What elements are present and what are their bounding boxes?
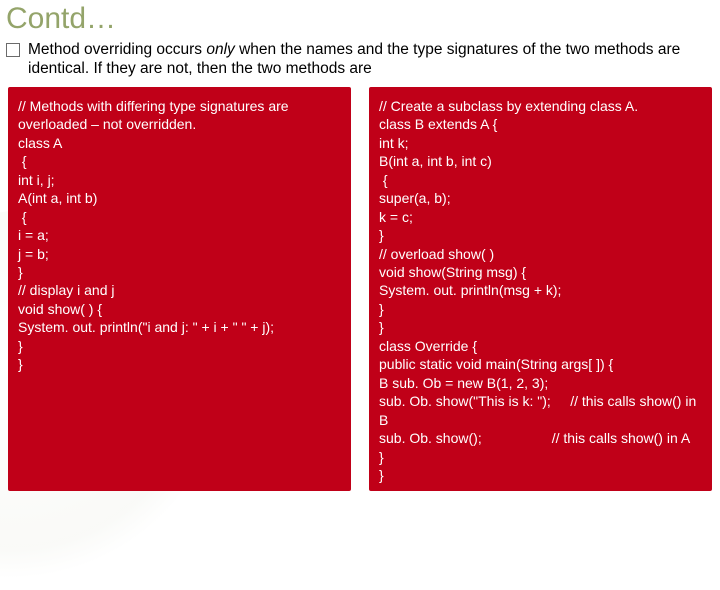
code-line: void show(String msg) {: [379, 263, 702, 281]
bullet-item: Method overriding occurs only when the n…: [0, 40, 720, 85]
code-line: // overload show( ): [379, 245, 702, 263]
code-line: j = b;: [18, 245, 341, 263]
code-line: sub. Ob. show("This is k: "); // this ca…: [379, 392, 702, 429]
code-line: class A: [18, 134, 341, 152]
code-line: {: [18, 208, 341, 226]
bullet-text: Method overriding occurs only when the n…: [28, 40, 714, 79]
code-line: B sub. Ob = new B(1, 2, 3);: [379, 374, 702, 392]
code-line: }: [18, 355, 341, 373]
code-line: sub. Ob. show(); // this calls show() in…: [379, 429, 702, 447]
code-line: int i, j;: [18, 171, 341, 189]
code-columns: // Methods with differing type signature…: [0, 85, 720, 491]
code-line: System. out. println("i and j: " + i + "…: [18, 318, 341, 336]
code-line: }: [379, 466, 702, 484]
code-line: System. out. println(msg + k);: [379, 281, 702, 299]
code-line: super(a, b);: [379, 189, 702, 207]
code-column-right: // Create a subclass by extending class …: [369, 87, 712, 491]
square-bullet-icon: [6, 43, 20, 57]
code-line: }: [379, 226, 702, 244]
code-line: {: [379, 171, 702, 189]
code-line: }: [18, 337, 341, 355]
code-line: // display i and j: [18, 281, 341, 299]
code-line: // Methods with differing type signature…: [18, 97, 341, 134]
code-line: i = a;: [18, 226, 341, 244]
code-line: {: [18, 152, 341, 170]
code-line: public static void main(String args[ ]) …: [379, 355, 702, 373]
code-line: }: [379, 448, 702, 466]
code-line: }: [18, 263, 341, 281]
code-column-left: // Methods with differing type signature…: [8, 87, 351, 491]
code-line: void show( ) {: [18, 300, 341, 318]
code-line: class Override {: [379, 337, 702, 355]
code-line: }: [379, 318, 702, 336]
code-line: }: [379, 300, 702, 318]
code-line: B(int a, int b, int c): [379, 152, 702, 170]
code-line: A(int a, int b): [18, 189, 341, 207]
code-line: // Create a subclass by extending class …: [379, 97, 702, 115]
code-line: int k;: [379, 134, 702, 152]
slide-title: Contd…: [0, 0, 720, 40]
code-line: class B extends A {: [379, 115, 702, 133]
code-line: k = c;: [379, 208, 702, 226]
